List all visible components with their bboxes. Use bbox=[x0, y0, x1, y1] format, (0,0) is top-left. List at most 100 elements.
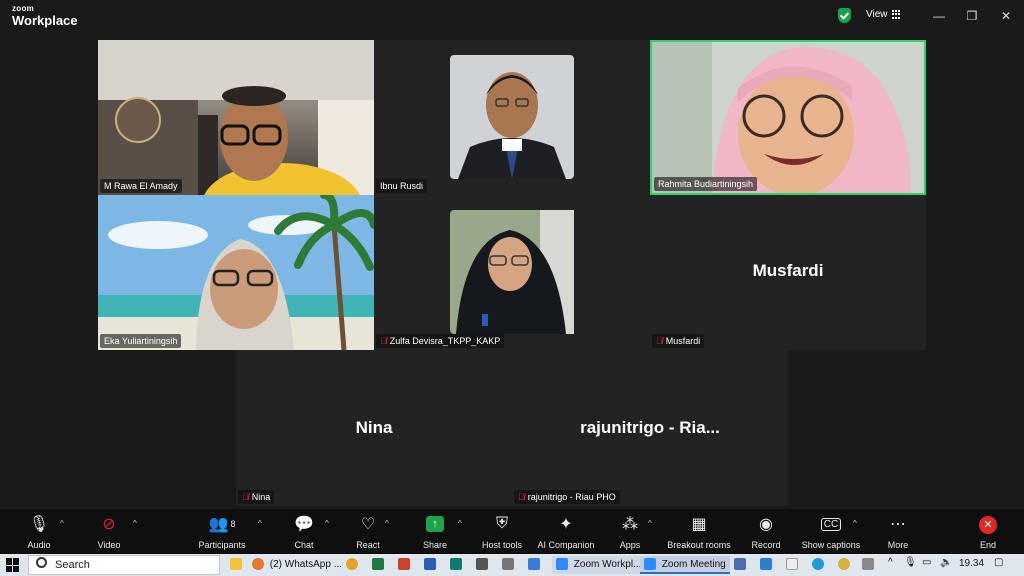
edge-icon[interactable] bbox=[812, 556, 827, 574]
whatsapp-task-label: (2) WhatsApp ... bbox=[269, 559, 343, 570]
clock[interactable]: 19.34 bbox=[959, 558, 984, 569]
host-tools-label: Host tools bbox=[481, 540, 523, 550]
react-button[interactable]: ♡ React bbox=[352, 513, 384, 550]
taskbar-zoom-meeting[interactable]: Zoom Meeting bbox=[640, 556, 730, 574]
brand-line-2: Workplace bbox=[12, 13, 78, 28]
zoom-workplace-task-label: Zoom Workpl... bbox=[573, 559, 642, 570]
participants-count: 8 bbox=[230, 519, 236, 529]
taskbar-zoom-workplace[interactable]: Zoom Workpl... bbox=[552, 556, 646, 574]
app-icon[interactable] bbox=[502, 556, 517, 574]
video-tile-musfardi[interactable]: Musfardi 🎙̸ Musfardi bbox=[650, 195, 926, 350]
participant-video-image bbox=[98, 195, 374, 350]
participant-display-name: Nina bbox=[355, 418, 393, 437]
word-icon[interactable] bbox=[424, 556, 439, 574]
record-label: Record bbox=[751, 540, 781, 550]
participant-name-tag: 🎙̸ Zulfa Devisra_TKPP_KAKP bbox=[376, 334, 505, 348]
chrome-icon[interactable] bbox=[346, 556, 361, 574]
muted-mic-icon: 🎙̸ bbox=[380, 336, 387, 346]
video-options-chevron-icon[interactable]: ^ bbox=[133, 519, 137, 528]
participant-name: Zulfa Devisra_TKPP_KAKP bbox=[389, 336, 501, 346]
participants-button[interactable]: 👥 8 Participants bbox=[196, 513, 248, 550]
breakout-rooms-button[interactable]: ▦ Breakout rooms bbox=[664, 513, 734, 550]
microphone-tray-icon[interactable]: 🎙 bbox=[904, 557, 917, 568]
record-icon: ◉ bbox=[759, 516, 773, 533]
app-icon[interactable] bbox=[786, 556, 801, 574]
network-icon[interactable]: ▭ bbox=[922, 557, 931, 568]
show-captions-label: Show captions bbox=[801, 540, 861, 550]
apps-button[interactable]: ⁂ Apps bbox=[614, 513, 646, 550]
file-explorer-icon[interactable] bbox=[230, 556, 245, 574]
audio-label: Audio bbox=[27, 540, 51, 550]
participant-display-name: Musfardi bbox=[752, 261, 824, 280]
host-tools-button[interactable]: ⛨ Host tools bbox=[478, 513, 526, 550]
firefox-icon bbox=[252, 558, 264, 571]
powerpoint-icon[interactable] bbox=[398, 556, 413, 574]
restore-button[interactable]: ❐ bbox=[962, 6, 982, 26]
captions-options-chevron-icon[interactable]: ^ bbox=[853, 519, 857, 528]
chat-bubble-icon: 💬 bbox=[294, 516, 314, 533]
apps-icon: ⁂ bbox=[622, 516, 638, 533]
video-button[interactable]: ⊘ Video bbox=[92, 513, 126, 550]
video-label: Video bbox=[97, 540, 121, 550]
publisher-icon[interactable] bbox=[450, 556, 465, 574]
share-options-chevron-icon[interactable]: ^ bbox=[458, 519, 462, 528]
participant-name-tag: 🎙̸ Nina bbox=[238, 490, 275, 504]
sparkle-icon: ✦ bbox=[559, 516, 573, 533]
view-button[interactable]: View bbox=[866, 9, 901, 20]
video-tile-ibnu-rusdi[interactable]: Ibnu Rusdi bbox=[374, 40, 650, 195]
participant-video-image bbox=[450, 210, 574, 334]
volume-icon[interactable]: 🔈 bbox=[940, 557, 952, 568]
chat-options-chevron-icon[interactable]: ^ bbox=[325, 519, 329, 528]
audio-options-chevron-icon[interactable]: ^ bbox=[60, 519, 64, 528]
muted-mic-icon: 🎙̸ bbox=[656, 336, 663, 346]
brand-line-1: zoom bbox=[12, 4, 35, 13]
show-hidden-icons-chevron-icon[interactable]: ^ bbox=[888, 557, 893, 568]
excel-icon[interactable] bbox=[372, 556, 387, 574]
app-icon[interactable] bbox=[734, 556, 749, 574]
react-options-chevron-icon[interactable]: ^ bbox=[385, 519, 389, 528]
video-tile-zulfa[interactable]: 🎙̸ Zulfa Devisra_TKPP_KAKP bbox=[374, 195, 650, 350]
close-window-button[interactable]: ✕ bbox=[996, 6, 1016, 26]
app-icon[interactable] bbox=[476, 556, 491, 574]
app-icon[interactable] bbox=[528, 556, 543, 574]
search-icon bbox=[36, 557, 47, 568]
notifications-icon[interactable]: ▢ bbox=[994, 557, 1003, 568]
participants-options-chevron-icon[interactable]: ^ bbox=[258, 519, 262, 528]
end-label: End bbox=[979, 540, 996, 550]
participant-name-tag: M Rawa El Amady bbox=[100, 179, 182, 193]
participant-name-tag: Eka Yuliartiningsih bbox=[100, 334, 182, 348]
chrome-icon[interactable] bbox=[838, 556, 853, 574]
app-icon[interactable] bbox=[760, 556, 775, 574]
video-tile-m-rawa[interactable]: M Rawa El Amady bbox=[98, 40, 374, 195]
video-tile-rajunitrigo[interactable]: rajunitrigo - Ria... 🎙̸ rajunitrigo - Ri… bbox=[512, 350, 788, 506]
video-tile-rahmita[interactable]: Rahmita Budiartiningsih bbox=[650, 40, 926, 195]
share-label: Share bbox=[422, 540, 448, 550]
taskbar-search-box[interactable]: Search bbox=[28, 555, 220, 575]
end-meeting-button[interactable]: ✕ End bbox=[972, 513, 1004, 550]
minimize-button[interactable]: — bbox=[929, 6, 949, 26]
share-button[interactable]: ↑ Share bbox=[418, 513, 452, 550]
encryption-shield-icon[interactable] bbox=[838, 8, 851, 23]
view-label: View bbox=[866, 9, 888, 20]
participant-name-tag: Ibnu Rusdi bbox=[376, 179, 428, 193]
record-button[interactable]: ◉ Record bbox=[748, 513, 784, 550]
chat-button[interactable]: 💬 Chat bbox=[288, 513, 320, 550]
app-icon[interactable] bbox=[862, 556, 877, 574]
windows-start-icon[interactable] bbox=[6, 558, 20, 572]
title-bar: zoom Workplace View — ❐ ✕ bbox=[0, 0, 1024, 32]
participants-icon: 👥 bbox=[208, 516, 229, 533]
video-tile-nina[interactable]: Nina 🎙̸ Nina bbox=[236, 350, 512, 506]
apps-options-chevron-icon[interactable]: ^ bbox=[648, 519, 652, 528]
audio-button[interactable]: 🎙 Audio bbox=[22, 513, 56, 550]
more-button[interactable]: ⋯ More bbox=[882, 513, 914, 550]
more-dots-icon: ⋯ bbox=[890, 516, 906, 533]
participant-display-name: rajunitrigo - Ria... bbox=[580, 418, 720, 437]
participants-label: Participants bbox=[198, 540, 246, 550]
meeting-controls-bar: 🎙 Audio ^ ⊘ Video ^ 👥 8 Participants ^ 💬… bbox=[0, 509, 1024, 554]
video-tile-eka[interactable]: Eka Yuliartiningsih bbox=[98, 195, 374, 350]
ai-companion-button[interactable]: ✦ AI Companion bbox=[536, 513, 596, 550]
zoom-icon bbox=[644, 558, 656, 571]
microphone-icon: 🎙 bbox=[28, 516, 50, 533]
taskbar-whatsapp[interactable]: (2) WhatsApp ... bbox=[252, 556, 342, 574]
video-off-icon: ⊘ bbox=[102, 516, 116, 533]
